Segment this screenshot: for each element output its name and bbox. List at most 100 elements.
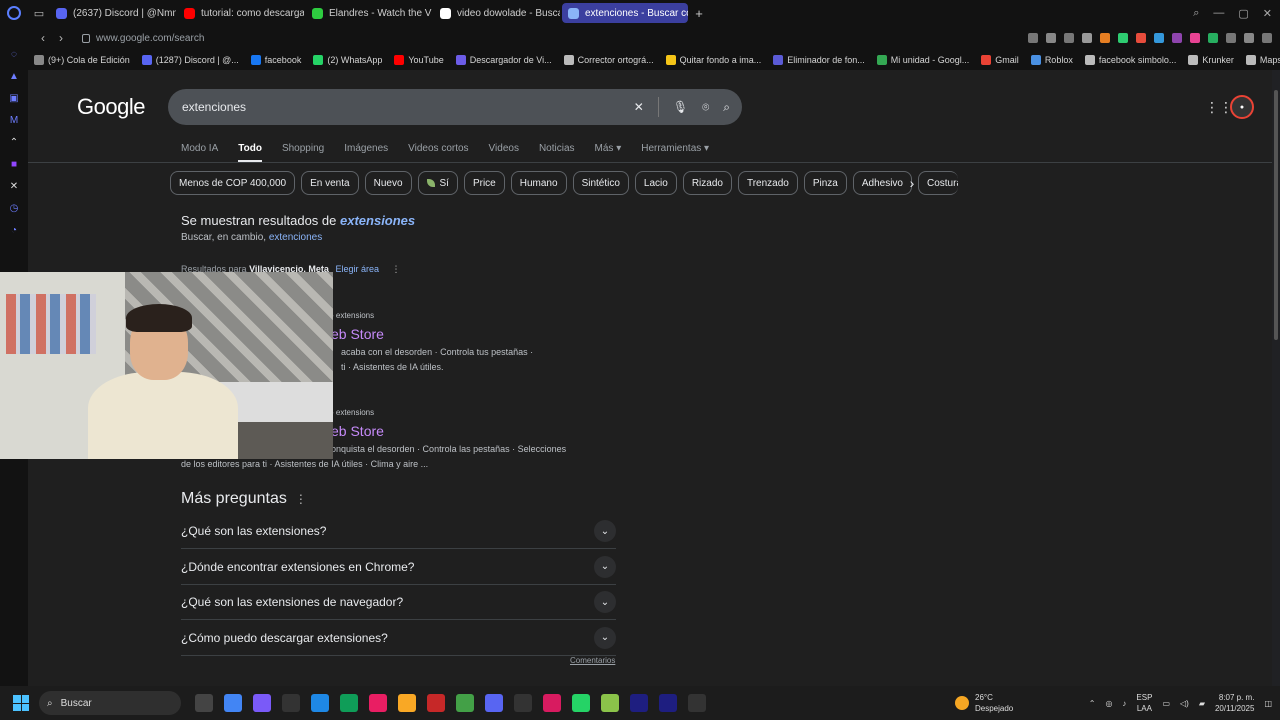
browser-tab[interactable]: tutorial: como descargar [178,3,304,23]
taskbar-app-icon[interactable] [688,694,706,712]
taskbar-app-icon[interactable] [427,694,445,712]
opera-tray-icon[interactable]: ◎ [1105,699,1112,708]
extension-icon[interactable] [1028,33,1038,43]
taskbar-app-icon[interactable] [485,694,503,712]
chevron-down-icon[interactable]: ⌄ [594,591,616,613]
clear-icon[interactable]: ✕ [634,100,644,114]
filter-chip[interactable]: Trenzado [737,171,798,195]
taskbar-app-icon[interactable] [224,694,242,712]
opera-logo-icon[interactable] [0,0,28,26]
original-query-link[interactable]: extenciones [269,232,322,243]
taskbar-search[interactable]: ⌕ Buscar [39,691,181,715]
volume-icon[interactable]: ◁) [1180,699,1189,708]
aria-icon[interactable]: ▲ [7,70,21,82]
notification-icon[interactable]: ◫ [1264,699,1272,708]
search-tab[interactable]: Herramientas ▾ [641,143,709,163]
taskbar-app-icon[interactable] [398,694,416,712]
extension-icon[interactable] [1226,33,1236,43]
bookmark-item[interactable]: (1287) Discord | @... [141,55,239,65]
clock-icon[interactable]: ◔ [7,224,21,236]
clock[interactable]: 8:07 p. m. 20/11/2025 [1215,692,1254,714]
search-tab[interactable]: Noticias [539,143,575,163]
search-icon[interactable]: ⌕ [723,100,730,115]
browser-tab[interactable]: (2637) Discord | @Nmms [50,3,176,23]
chevron-right-icon[interactable]: › [900,171,924,195]
taskbar-app-icon[interactable] [514,694,532,712]
search-input[interactable]: extenciones [182,100,246,114]
bookmark-item[interactable]: Gmail [981,55,1019,65]
question-row[interactable]: ¿Qué son las extensiones? ⌄ [181,514,616,549]
network-icon[interactable]: ▭ [1162,699,1170,708]
start-icon[interactable] [13,695,29,711]
url-field[interactable]: www.google.com/search [96,33,204,44]
filter-chip[interactable]: Menos de COP 400,000 [170,171,296,195]
bookmark-item[interactable]: Roblox [1030,55,1073,65]
x-icon[interactable]: ✕ [7,180,21,192]
speed-dial-icon[interactable]: ◌ [7,48,21,60]
messenger-icon[interactable]: ▣ [7,92,21,104]
bookmark-item[interactable]: Maps [1245,55,1280,65]
extension-icon[interactable] [1190,33,1200,43]
workspace-icon[interactable]: ⌃ [7,136,21,148]
filter-chip[interactable]: Sintético [572,171,629,195]
bookmark-item[interactable]: Corrector ortográ... [563,55,654,65]
taskbar-app-icon[interactable] [601,694,619,712]
bookmark-item[interactable]: (2) WhatsApp [313,55,382,65]
extension-icon[interactable] [1082,33,1092,43]
taskbar-app-icon[interactable] [659,694,677,712]
question-row[interactable]: ¿Dónde encontrar extensiones en Chrome? ⌄ [181,550,616,585]
mic-icon[interactable]: ♪ [1122,699,1126,708]
twitch-icon[interactable]: ■ [7,158,21,170]
filter-chip[interactable]: Rizado [682,171,732,195]
bookmark-item[interactable]: Eliminador de fon... [773,55,865,65]
new-tab-button[interactable]: + [690,4,708,22]
taskbar-app-icon[interactable] [456,694,474,712]
search-tab[interactable]: Modo IA [181,143,218,163]
page-scrollbar[interactable] [1272,70,1280,686]
taskbar-app-icon[interactable] [572,694,590,712]
bookmark-item[interactable]: Descargador de Vi... [455,55,552,65]
chevron-down-icon[interactable]: ⌄ [594,555,616,578]
extension-icon[interactable] [1172,33,1182,43]
browser-tab[interactable]: Elandres - Watch the VOD [306,3,432,23]
filter-chip[interactable]: Nuevo [364,171,412,195]
extension-icon[interactable] [1046,33,1056,43]
filter-chip[interactable]: Pinza [803,171,847,195]
question-row[interactable]: ¿Qué son las extensiones de navegador? ⌄ [181,585,616,620]
taskbar-app-icon[interactable] [369,694,387,712]
minimize-icon[interactable]: — [1213,7,1224,19]
filter-chip[interactable]: Humano [510,171,567,195]
language-indicator[interactable]: ESP LAA [1136,692,1152,714]
browser-tab[interactable]: extenciones - Buscar con [562,3,688,23]
lens-icon[interactable]: ⌾ [702,100,709,115]
chevron-up-icon[interactable]: ⌃ [1089,699,1096,708]
forward-icon[interactable]: › [52,31,70,45]
more-options-icon[interactable]: ⋮ [295,492,307,506]
search-tab[interactable]: Imágenes [344,143,388,163]
taskbar-app-icon[interactable] [340,694,358,712]
question-row[interactable]: ¿Cómo puedo descargar extensiones? ⌄ [181,621,616,656]
tab-grid-icon[interactable]: ▭ [28,0,50,26]
taskbar-app-icon[interactable] [195,694,213,712]
history-icon[interactable]: ◷ [7,202,21,214]
microphone-icon[interactable]: 🎙︎ [673,100,688,114]
extension-icon[interactable] [1100,33,1110,43]
taskbar-app-icon[interactable] [543,694,561,712]
filter-chip[interactable]: Sí [417,171,458,195]
chevron-down-icon[interactable]: ⌄ [594,626,616,649]
result-title-link[interactable]: eb Store [331,423,384,439]
maximize-icon[interactable]: ▢ [1238,7,1248,20]
search-box[interactable]: extenciones ✕ 🎙︎ ⌾ ⌕ [168,89,742,125]
search-tab[interactable]: Más ▾ [595,143,622,163]
bookmark-item[interactable]: YouTube [394,55,444,65]
mail-icon[interactable]: M [7,114,21,126]
filter-chip[interactable]: Lacio [634,171,677,195]
filter-chip[interactable]: Price [463,171,505,195]
download-icon[interactable] [1244,33,1254,43]
extension-icon[interactable] [1064,33,1074,43]
search-tab[interactable]: Videos cortos [408,143,468,163]
search-tabs-icon[interactable]: ⌕ [1193,7,1199,20]
taskbar-app-icon[interactable] [311,694,329,712]
taskbar-app-icon[interactable] [282,694,300,712]
google-logo[interactable]: Google [77,94,145,120]
